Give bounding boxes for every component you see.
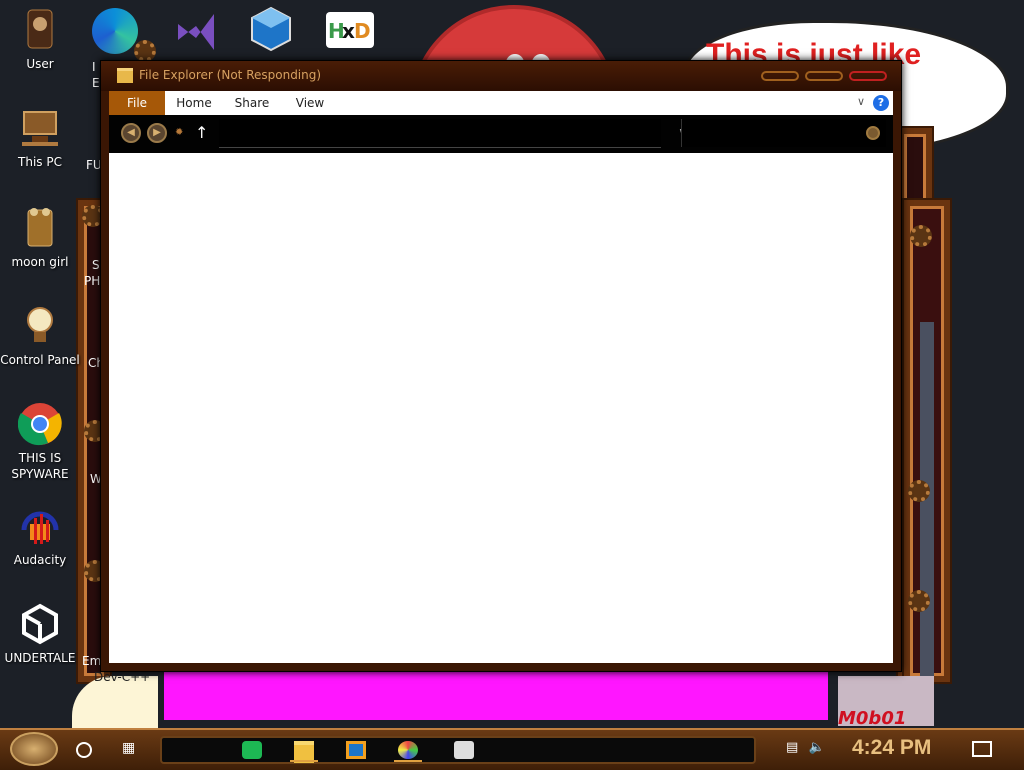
taskbar-app-paint[interactable]	[388, 738, 428, 762]
desktop-icon-undertale[interactable]: UNDERTALE	[0, 602, 80, 666]
desktop-icon-label: User	[26, 57, 54, 71]
desktop-icon-label: Audacity	[13, 553, 67, 567]
taskbar-app-file-explorer[interactable]	[284, 738, 324, 763]
folder-icon	[18, 206, 62, 250]
partial-icon-label: Dev-C++	[94, 670, 151, 684]
network-icon[interactable]: ▤	[786, 740, 798, 755]
back-button[interactable]: ◀	[121, 123, 141, 143]
search-circle-icon[interactable]	[76, 742, 92, 758]
spotify-icon	[242, 741, 262, 759]
hxd-icon[interactable]: HxD	[326, 12, 374, 48]
forward-button[interactable]: ▶	[147, 123, 167, 143]
volume-muted-icon[interactable]: 🔈	[808, 740, 824, 755]
chrome-icon	[17, 402, 62, 446]
desktop-icon-label: Control Panel	[0, 353, 80, 367]
help-icon[interactable]: ?	[873, 95, 889, 111]
partial-icon-label: E	[92, 76, 100, 90]
window-titlebar[interactable]: File Explorer (Not Responding)	[101, 61, 901, 91]
close-button[interactable]	[849, 71, 887, 81]
tab-file[interactable]: File	[109, 91, 165, 115]
paint-icon	[398, 741, 418, 759]
tab-view[interactable]: View	[287, 91, 333, 115]
search-input[interactable]	[681, 119, 886, 147]
svg-text:D: D	[354, 19, 371, 43]
task-view-icon[interactable]: ▦	[122, 740, 135, 756]
computer-icon	[18, 106, 62, 150]
wallpaper-text: M0b01	[838, 708, 907, 729]
desktop-icon-audacity[interactable]: Audacity	[0, 504, 80, 568]
window-title: File Explorer (Not Responding)	[139, 68, 322, 82]
desktop-icon-label: moon girl	[11, 255, 69, 269]
wallpaper-panel: M0b01	[838, 676, 934, 729]
start-button[interactable]	[10, 732, 58, 766]
unity-icon	[18, 602, 62, 646]
file-explorer-window[interactable]: File Explorer (Not Responding) File Home…	[100, 60, 902, 672]
desktop-icon-this-pc[interactable]: This PC	[0, 106, 80, 170]
file-list-pane[interactable]	[109, 153, 893, 663]
address-bar[interactable]: ∨ ↻	[219, 119, 711, 148]
folder-icon	[117, 68, 133, 83]
visual-studio-icon[interactable]	[172, 8, 220, 56]
gear-icon	[910, 225, 932, 247]
user-folder-icon	[18, 8, 62, 52]
notepad-icon	[454, 741, 474, 759]
edge-icon[interactable]	[92, 8, 138, 54]
system-tray[interactable]: ▤ 🔈	[786, 740, 825, 755]
taskbar-app-spotify[interactable]	[232, 738, 272, 762]
up-arrow-icon[interactable]: ↑	[195, 123, 208, 142]
notification-icon[interactable]	[972, 741, 992, 757]
navigation-bar: ◀ ▶ ✹ ↑ ∨ ↻	[109, 115, 893, 153]
audacity-icon	[18, 504, 62, 548]
taskbar-app-notepad[interactable]	[444, 738, 484, 762]
minimize-button[interactable]	[761, 71, 799, 81]
desktop-icon-label: UNDERTALE	[4, 651, 76, 665]
partial-icon-label: I	[92, 60, 96, 74]
virtualbox-icon[interactable]	[248, 6, 294, 52]
magenta-block	[164, 668, 828, 720]
desktop-icon-moon-girl[interactable]: moon girl	[0, 206, 80, 270]
gear-icon	[134, 40, 156, 62]
gear-icon	[908, 480, 930, 502]
taskbar-apps	[160, 736, 756, 764]
search-icon	[866, 126, 880, 140]
taskbar-app-virtualbox[interactable]	[336, 738, 376, 762]
recent-locations-icon[interactable]: ✹	[175, 127, 183, 138]
gear-icon	[908, 590, 930, 612]
lightbulb-icon	[18, 304, 62, 348]
desktop-icon-label: This PC	[18, 155, 62, 169]
desktop-icon-user[interactable]: User	[0, 8, 80, 72]
desktop-icon-chrome[interactable]: THIS IS SPYWARE	[0, 402, 80, 482]
virtualbox-icon	[346, 741, 366, 759]
chevron-down-icon[interactable]: ∨	[857, 95, 865, 108]
desktop-icon-control-panel[interactable]: Control Panel	[0, 304, 80, 368]
wallpaper-strip	[920, 322, 934, 682]
partial-icon-label: S	[92, 258, 100, 272]
taskbar-clock[interactable]: 4:24 PM	[852, 736, 931, 760]
ribbon-tabs: File Home Share View ∨ ?	[109, 91, 893, 115]
maximize-button[interactable]	[805, 71, 843, 81]
tab-share[interactable]: Share	[229, 91, 275, 115]
desktop-icon-label: THIS IS SPYWARE	[11, 451, 69, 481]
file-explorer-icon	[294, 741, 314, 763]
taskbar: ▦ ▤ 🔈 4:24 PM	[0, 728, 1024, 770]
tab-home[interactable]: Home	[171, 91, 217, 115]
